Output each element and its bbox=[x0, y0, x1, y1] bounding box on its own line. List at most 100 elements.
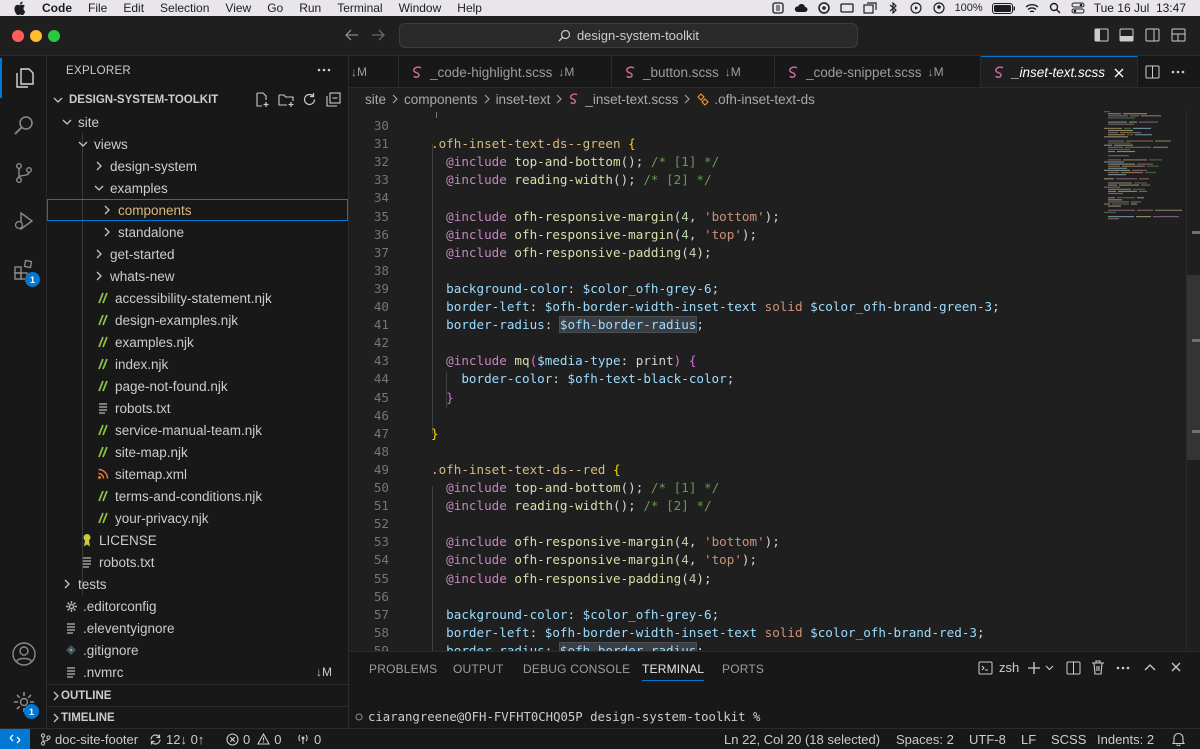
tab-debug-console[interactable]: DEBUG CONSOLE bbox=[523, 662, 630, 676]
git-branch[interactable]: doc-site-footer bbox=[40, 729, 138, 749]
maximize-panel-icon[interactable] bbox=[1144, 663, 1156, 671]
control-center-icon[interactable] bbox=[1071, 2, 1085, 14]
wifi-icon[interactable] bbox=[1025, 2, 1039, 14]
end-of-line[interactable]: LF bbox=[1021, 729, 1036, 749]
new-file-icon[interactable] bbox=[254, 92, 270, 108]
zoom-window-button[interactable] bbox=[48, 30, 60, 42]
breadcrumb-file[interactable]: _inset-text.scss bbox=[585, 92, 678, 107]
manage-gear-icon[interactable]: 1 bbox=[0, 682, 47, 722]
command-center-search[interactable]: design-system-toolkit bbox=[399, 23, 858, 48]
tab-overflow-previous[interactable]: ↓M bbox=[349, 56, 399, 87]
tab-problems[interactable]: PROBLEMS bbox=[369, 662, 437, 676]
new-folder-icon[interactable] bbox=[278, 92, 295, 108]
menu-terminal[interactable]: Terminal bbox=[329, 0, 390, 16]
user-circle-icon[interactable] bbox=[932, 2, 946, 14]
folder-site[interactable]: site bbox=[47, 111, 348, 133]
panel-more-actions-icon[interactable] bbox=[1116, 666, 1130, 670]
folder-views[interactable]: views bbox=[47, 133, 348, 155]
run-and-debug-icon[interactable] bbox=[0, 201, 47, 241]
breadcrumb-inset-text[interactable]: inset-text bbox=[496, 92, 551, 107]
close-window-button[interactable] bbox=[12, 30, 24, 42]
bluetooth-icon[interactable] bbox=[886, 2, 900, 14]
file-terms-and-conditions-njk[interactable]: terms-and-conditions.njk bbox=[47, 485, 348, 507]
collapse-all-icon[interactable] bbox=[326, 92, 341, 107]
menu-view[interactable]: View bbox=[217, 0, 259, 16]
chevron-down-icon[interactable] bbox=[1045, 664, 1054, 672]
menu-run[interactable]: Run bbox=[291, 0, 329, 16]
tab-inset-text-active[interactable]: _inset-text.scss bbox=[981, 56, 1138, 87]
back-arrow-icon[interactable] bbox=[344, 28, 360, 42]
folder-whats-new[interactable]: whats-new bbox=[47, 265, 348, 287]
file-page-not-found-njk[interactable]: page-not-found.njk bbox=[47, 375, 348, 397]
close-panel-icon[interactable] bbox=[1171, 662, 1181, 672]
indentation-spaces[interactable]: Spaces: 2 bbox=[896, 729, 954, 749]
forwarded-ports[interactable]: 0 bbox=[296, 729, 321, 749]
menu-edit[interactable]: Edit bbox=[115, 0, 152, 16]
problems-summary[interactable]: 0 0 bbox=[226, 729, 281, 749]
tab-button[interactable]: _button.scss ↓M bbox=[612, 56, 775, 87]
breadcrumb-symbol[interactable]: .ofh-inset-text-ds bbox=[714, 92, 815, 107]
toggle-secondary-sidebar-icon[interactable] bbox=[1145, 28, 1160, 42]
folder-get-started[interactable]: get-started bbox=[47, 243, 348, 265]
outline-section[interactable]: OUTLINE bbox=[47, 684, 348, 706]
menubar-clock[interactable]: Tue 16 Jul 13:47 bbox=[1094, 1, 1186, 15]
file-design-examples-njk[interactable]: design-examples.njk bbox=[47, 309, 348, 331]
file-dot-nvmrc[interactable]: .nvmrc ↓M bbox=[47, 661, 348, 683]
menu-window[interactable]: Window bbox=[391, 0, 450, 16]
file-sitemap-xml[interactable]: sitemap.xml bbox=[47, 463, 348, 485]
file-dot-eleventyignore[interactable]: .eleventyignore bbox=[47, 617, 348, 639]
folder-tests[interactable]: tests bbox=[47, 573, 348, 595]
tab-code-highlight[interactable]: _code-highlight.scss ↓M bbox=[399, 56, 612, 87]
menu-help[interactable]: Help bbox=[449, 0, 490, 16]
file-your-privacy-njk[interactable]: your-privacy.njk bbox=[47, 507, 348, 529]
cloud-icon[interactable] bbox=[794, 2, 808, 14]
folder-standalone[interactable]: standalone bbox=[47, 221, 348, 243]
file-robots-txt[interactable]: robots.txt bbox=[47, 551, 348, 573]
file-index-njk[interactable]: index.njk bbox=[47, 353, 348, 375]
code-editor[interactable]: 30 31 .ofh-inset-text-ds--green {32 @inclu… bbox=[349, 110, 1200, 651]
tab-code-snippet[interactable]: _code-snippet.scss ↓M bbox=[775, 56, 981, 87]
minimize-window-button[interactable] bbox=[30, 30, 42, 42]
creative-cloud-icon[interactable] bbox=[817, 2, 831, 14]
file-examples-njk[interactable]: examples.njk bbox=[47, 331, 348, 353]
tab-terminal[interactable]: TERMINAL bbox=[642, 662, 705, 681]
new-terminal-icon[interactable] bbox=[1028, 662, 1040, 674]
file-dot-editorconfig[interactable]: .editorconfig bbox=[47, 595, 348, 617]
refresh-explorer-icon[interactable] bbox=[302, 92, 317, 107]
source-control-icon[interactable] bbox=[0, 153, 47, 193]
remote-indicator[interactable] bbox=[0, 729, 30, 749]
notifications-bell-icon[interactable] bbox=[1172, 729, 1185, 749]
play-icon[interactable] bbox=[909, 2, 923, 14]
timeline-section[interactable]: TIMELINE bbox=[47, 706, 348, 728]
menu-app-name[interactable]: Code bbox=[34, 0, 80, 16]
menu-go[interactable]: Go bbox=[259, 0, 291, 16]
display-icon[interactable] bbox=[839, 2, 854, 14]
explorer-icon[interactable] bbox=[0, 58, 47, 98]
terminal-shell-selector[interactable]: zsh bbox=[978, 660, 1019, 675]
breadcrumb-components[interactable]: components bbox=[404, 92, 478, 107]
menu-selection[interactable]: Selection bbox=[152, 0, 217, 16]
indents-setting[interactable]: Indents: 2 bbox=[1097, 729, 1154, 749]
minimap[interactable] bbox=[1102, 110, 1186, 651]
cursor-position[interactable]: Ln 22, Col 20 (18 selected) bbox=[724, 729, 880, 749]
file-service-manual-team-njk[interactable]: service-manual-team.njk bbox=[47, 419, 348, 441]
editor-more-actions-icon[interactable] bbox=[1171, 70, 1185, 74]
menu-file[interactable]: File bbox=[80, 0, 115, 16]
windows-icon[interactable] bbox=[862, 2, 877, 14]
split-terminal-icon[interactable] bbox=[1066, 661, 1081, 675]
file-dot-gitignore[interactable]: .gitignore bbox=[47, 639, 348, 661]
file-accessibility-statement-njk[interactable]: accessibility-statement.njk bbox=[47, 287, 348, 309]
search-view-icon[interactable] bbox=[0, 106, 47, 146]
spotlight-search-icon[interactable] bbox=[1048, 2, 1062, 14]
tab-ports[interactable]: PORTS bbox=[722, 662, 764, 676]
battery-icon[interactable] bbox=[991, 2, 1016, 14]
folder-components[interactable]: components bbox=[47, 199, 348, 221]
file-robots-txt[interactable]: robots.txt bbox=[47, 397, 348, 419]
tab-output[interactable]: OUTPUT bbox=[453, 662, 504, 676]
toggle-panel-icon[interactable] bbox=[1119, 28, 1134, 42]
close-tab-icon[interactable] bbox=[1114, 68, 1124, 78]
forward-arrow-icon[interactable] bbox=[370, 28, 386, 42]
explorer-more-actions-icon[interactable] bbox=[317, 68, 331, 72]
terminal-output[interactable]: ciarangreene@OFH-FVFHT0CHQ05P design-sys… bbox=[355, 710, 760, 724]
split-editor-icon[interactable] bbox=[1145, 65, 1160, 79]
